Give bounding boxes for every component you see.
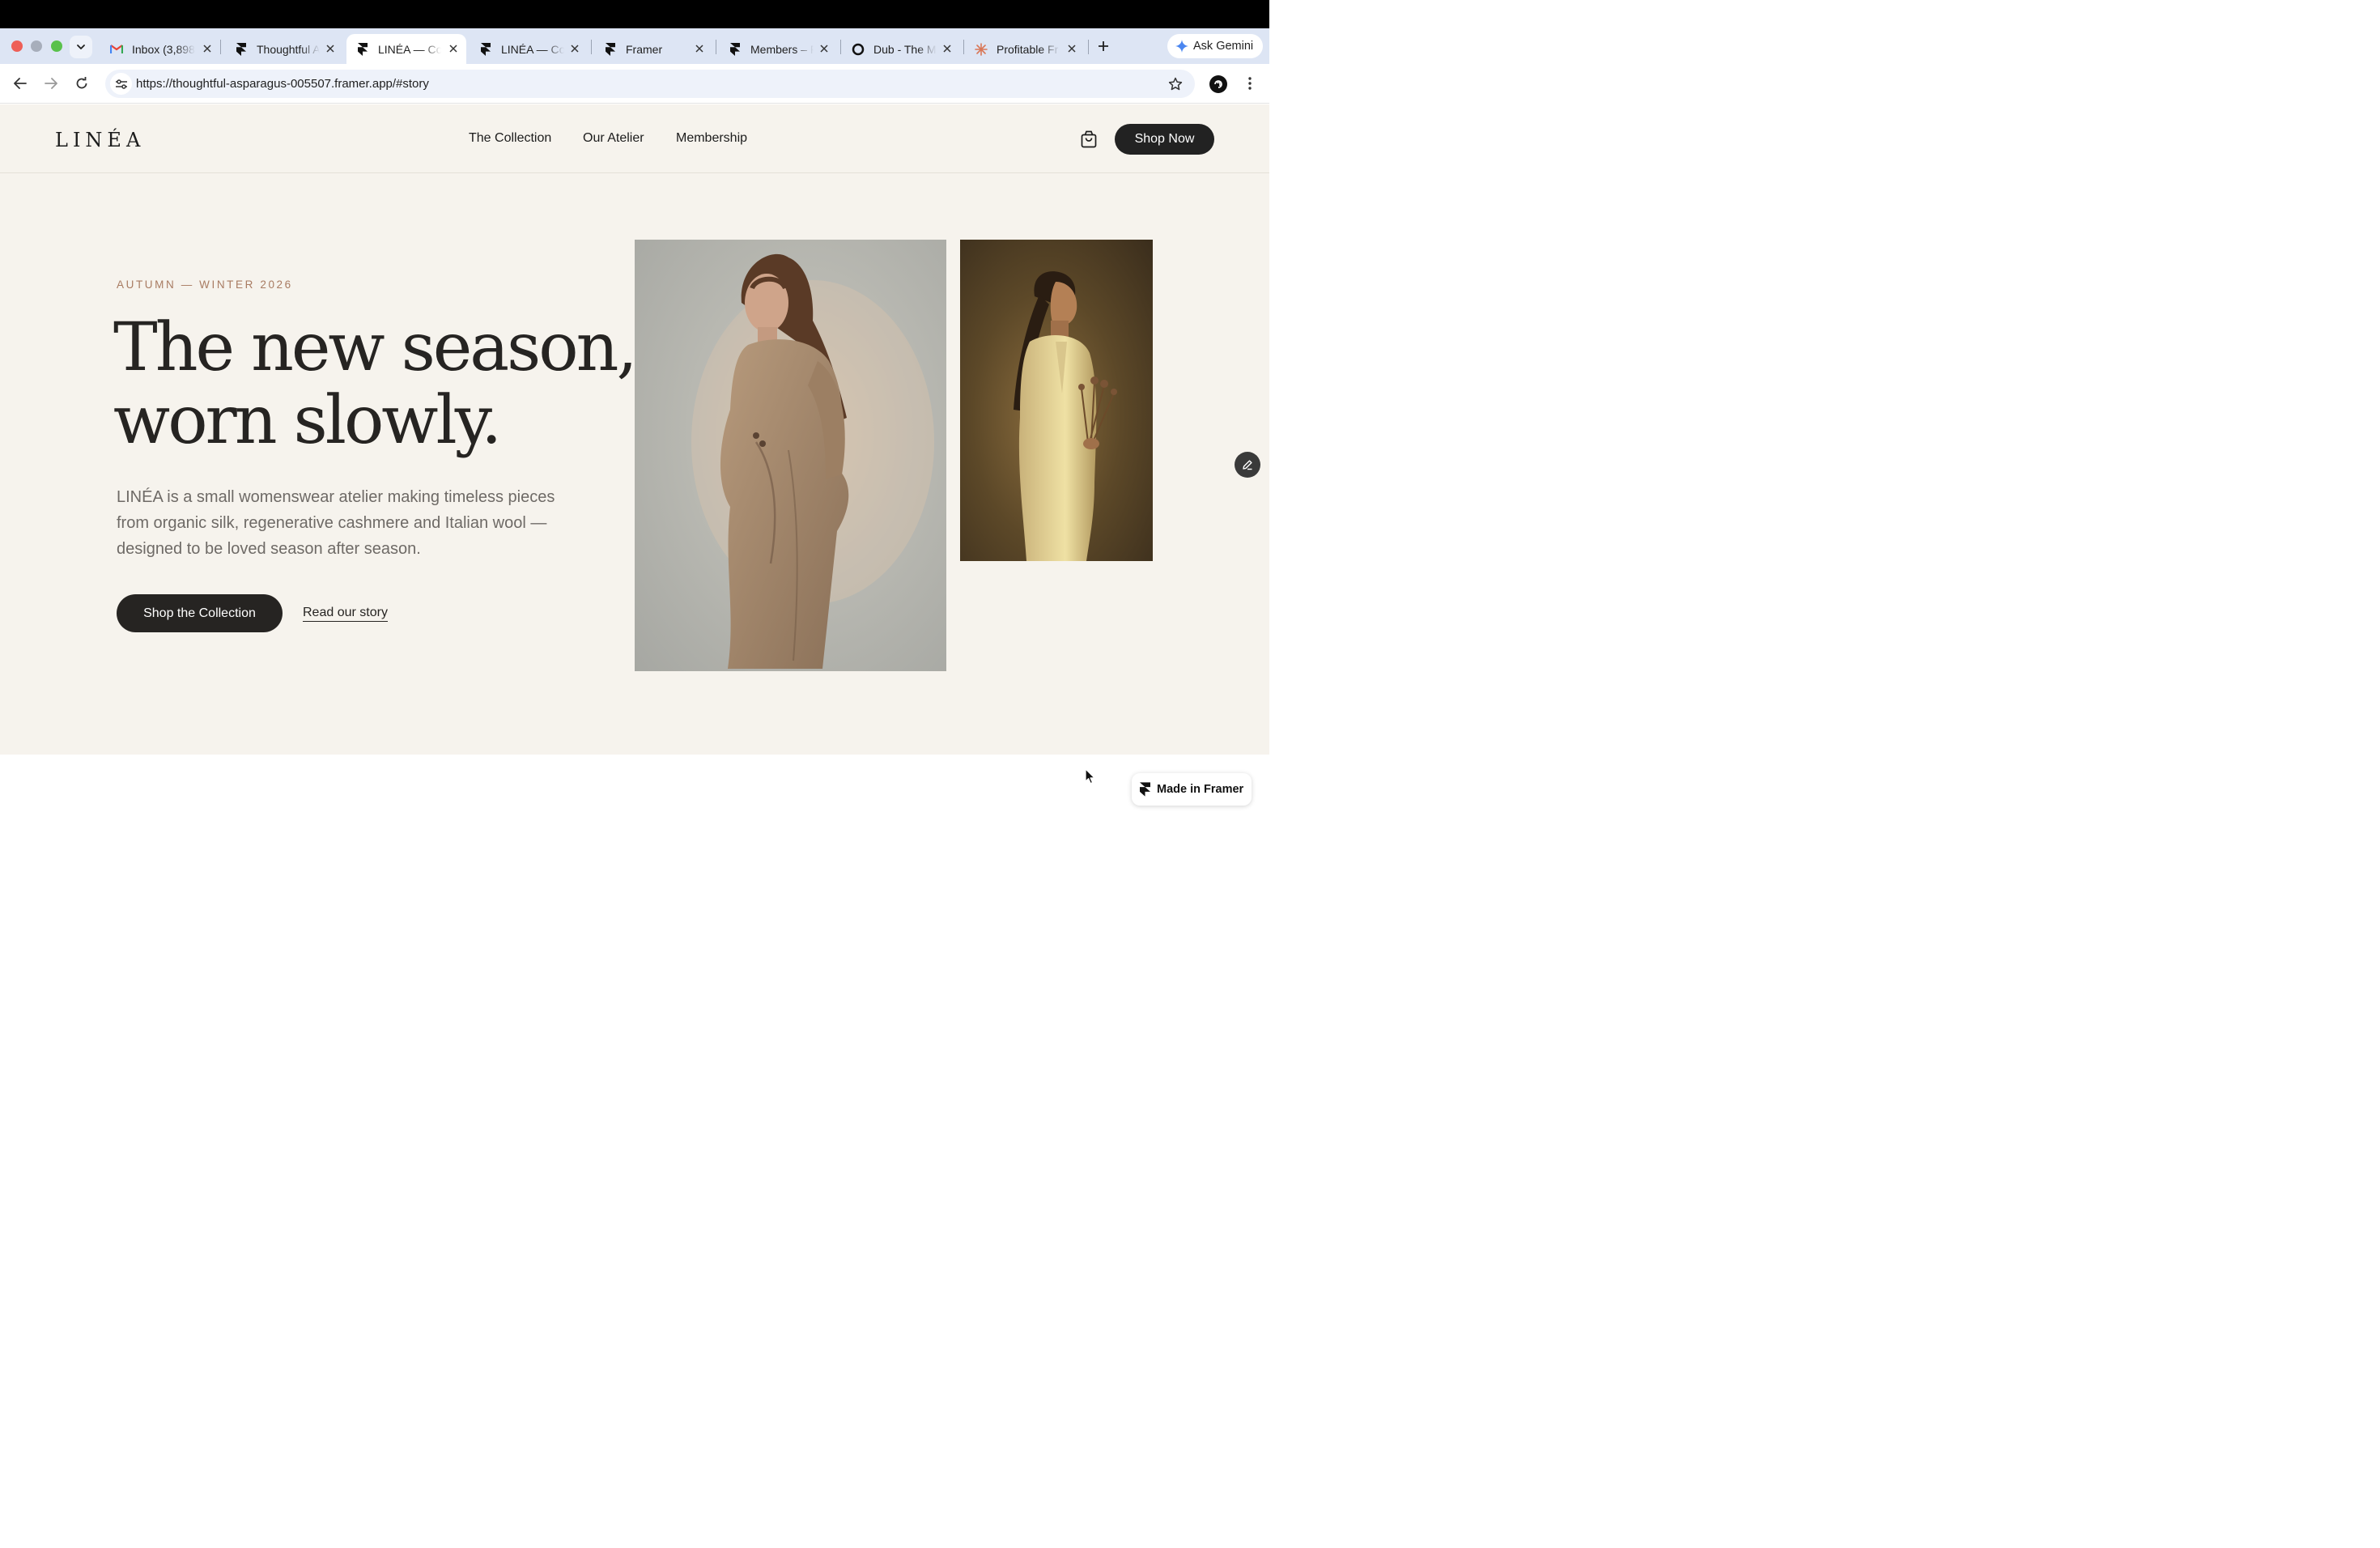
tab-title: Thoughtful A — [257, 42, 320, 56]
made-in-framer-label: Made in Framer — [1157, 783, 1244, 796]
window-close-button[interactable] — [11, 40, 23, 52]
tab-framer[interactable]: Framer — [594, 34, 712, 64]
new-tab-button[interactable] — [1094, 37, 1112, 55]
window-minimize-button[interactable] — [31, 40, 42, 52]
close-icon[interactable] — [941, 42, 954, 55]
back-button[interactable] — [11, 74, 30, 93]
tab-title: Dub - The M — [873, 42, 937, 56]
reload-button[interactable] — [72, 74, 91, 93]
tab-dub[interactable]: Dub - The M — [842, 34, 960, 64]
hero-description: LINÉA is a small womenswear atelier maki… — [117, 488, 555, 558]
tab-separator — [591, 40, 592, 54]
forward-button[interactable] — [41, 74, 61, 93]
close-icon[interactable] — [447, 42, 460, 55]
address-bar[interactable]: https://thoughtful-asparagus-005507.fram… — [105, 70, 1195, 98]
hero-headline: The new season, worn slowly. — [113, 312, 648, 457]
framer-icon — [729, 42, 742, 56]
headline-line-2: worn slowly. — [113, 382, 502, 459]
framer-icon — [479, 42, 492, 56]
reload-icon — [76, 77, 87, 89]
tab-title: Framer — [626, 42, 663, 56]
tab-inbox[interactable]: Inbox (3,898 — [100, 34, 220, 64]
gmail-icon — [110, 43, 123, 56]
framer-icon — [356, 42, 369, 56]
model-in-cream-blazer-illustration — [1014, 271, 1117, 561]
plus-icon — [1099, 41, 1108, 51]
model-in-beige-coat-illustration — [691, 253, 934, 669]
close-icon[interactable] — [324, 42, 337, 55]
claude-icon — [975, 42, 988, 56]
tab-separator — [963, 40, 964, 54]
gemini-sparkle-icon — [1175, 40, 1188, 53]
hero-photo-main — [635, 240, 946, 671]
close-icon[interactable] — [693, 42, 706, 55]
framer-icon — [604, 42, 617, 56]
dub-icon — [852, 43, 865, 56]
tab-search-button[interactable] — [70, 36, 92, 58]
site-header: LINÉA The Collection Our Atelier Members… — [0, 104, 1269, 173]
more-vertical-icon — [1248, 77, 1252, 90]
arrow-right-icon — [45, 78, 57, 89]
tab-linea-2[interactable]: LINÉA — Cor — [470, 34, 588, 64]
shop-now-button[interactable]: Shop Now — [1115, 124, 1214, 155]
chevron-down-icon — [77, 45, 85, 49]
mouse-cursor-icon — [1085, 768, 1095, 785]
browser-toolbar: https://thoughtful-asparagus-005507.fram… — [0, 64, 1269, 104]
bookmark-star-icon[interactable] — [1167, 76, 1184, 92]
hero-photo-secondary — [960, 240, 1153, 561]
framer-icon — [235, 42, 248, 56]
close-icon[interactable] — [1065, 42, 1078, 55]
framer-icon — [1140, 782, 1150, 797]
profile-icon — [1214, 80, 1222, 88]
site-logo[interactable]: LINÉA — [55, 129, 145, 151]
web-page: LINÉA The Collection Our Atelier Members… — [0, 104, 1269, 825]
shop-the-collection-button[interactable]: Shop the Collection — [117, 594, 283, 632]
tab-linea-active[interactable]: LINÉA — Cor — [346, 34, 466, 64]
tab-separator — [1088, 40, 1089, 54]
shopping-bag-icon[interactable] — [1079, 130, 1099, 149]
ask-gemini-button[interactable]: Ask Gemini — [1167, 34, 1263, 58]
arrow-left-icon — [14, 78, 27, 89]
tab-separator — [840, 40, 841, 54]
site-settings-icon[interactable] — [110, 73, 132, 95]
window-maximize-button[interactable] — [51, 40, 62, 52]
next-section — [0, 755, 1269, 825]
edit-page-button[interactable] — [1235, 452, 1260, 478]
close-icon[interactable] — [201, 42, 214, 55]
browser-menu-button[interactable] — [1240, 74, 1260, 93]
tab-title: Inbox (3,898 — [132, 42, 195, 56]
gemini-label: Ask Gemini — [1193, 40, 1254, 53]
tab-title: LINÉA — Cor — [378, 42, 441, 56]
close-icon[interactable] — [568, 42, 581, 55]
tab-profitable[interactable]: Profitable Fr — [965, 34, 1085, 64]
read-our-story-link[interactable]: Read our story — [303, 606, 388, 622]
tab-title: Members – F — [750, 42, 814, 56]
nav-the-collection[interactable]: The Collection — [469, 131, 551, 146]
pencil-icon — [1243, 460, 1252, 470]
nav-our-atelier[interactable]: Our Atelier — [583, 131, 644, 146]
tab-title: LINÉA — Cor — [501, 42, 564, 56]
season-eyebrow: AUTUMN — WINTER 2026 — [117, 279, 293, 291]
made-in-framer-badge[interactable]: Made in Framer — [1132, 773, 1252, 806]
headline-line-1: The new season, — [113, 309, 638, 386]
tab-thoughtful[interactable]: Thoughtful A — [225, 34, 343, 64]
tab-members[interactable]: Members – F — [719, 34, 837, 64]
profile-avatar[interactable] — [1209, 75, 1227, 93]
nav-membership[interactable]: Membership — [676, 131, 747, 146]
system-menubar — [0, 0, 1269, 28]
url-text: https://thoughtful-asparagus-005507.fram… — [136, 77, 429, 91]
tab-title: Profitable Fr — [997, 42, 1059, 56]
close-icon[interactable] — [818, 42, 831, 55]
tab-separator — [220, 40, 221, 54]
